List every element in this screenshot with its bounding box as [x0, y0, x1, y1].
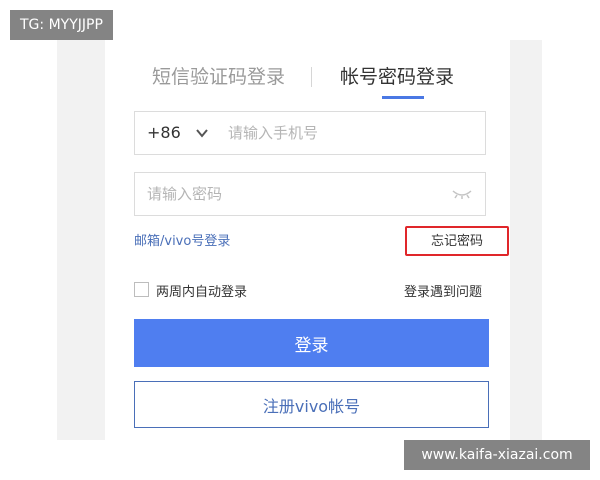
- login-tabs: 短信验证码登录 帐号密码登录: [105, 62, 510, 102]
- password-field: [134, 172, 486, 216]
- remember-checkbox[interactable]: [134, 282, 149, 297]
- country-code-selector[interactable]: +86: [147, 112, 181, 154]
- remember-label: 两周内自动登录: [156, 285, 248, 300]
- login-button[interactable]: 登录: [134, 319, 489, 367]
- chevron-down-icon[interactable]: [195, 126, 209, 140]
- country-code-label: +86: [147, 123, 181, 142]
- watermark-top: TG: MYYJJPP: [10, 10, 113, 40]
- login-card: 短信验证码登录 帐号密码登录 +86 邮箱/vivo号登录 忘记密码 两周内自动…: [105, 40, 510, 440]
- login-trouble-link[interactable]: 登录遇到问题: [404, 281, 482, 300]
- password-input[interactable]: [147, 173, 437, 215]
- register-button[interactable]: 注册vivo帐号: [134, 381, 489, 428]
- forgot-password-link[interactable]: 忘记密码: [431, 230, 483, 249]
- phone-field: +86: [134, 111, 486, 155]
- active-tab-indicator: [382, 96, 424, 99]
- tab-password-login[interactable]: 帐号密码登录: [340, 62, 454, 92]
- watermark-bottom: www.kaifa-xiazai.com: [404, 440, 590, 470]
- tab-divider: [311, 67, 312, 87]
- eye-closed-icon[interactable]: [451, 187, 473, 201]
- tab-sms-login[interactable]: 短信验证码登录: [152, 62, 285, 92]
- phone-input[interactable]: [228, 112, 473, 154]
- email-login-link[interactable]: 邮箱/vivo号登录: [134, 230, 230, 249]
